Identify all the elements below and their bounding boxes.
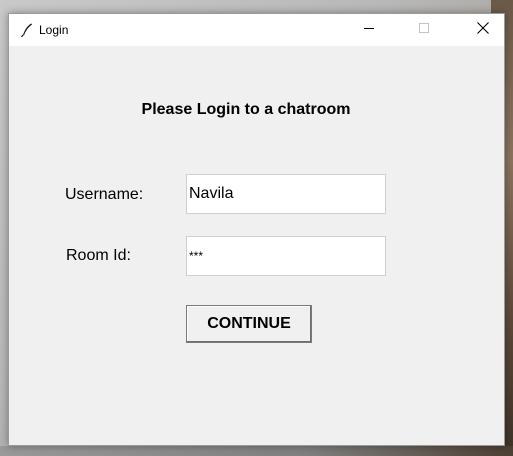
username-label: Username: [65, 186, 144, 203]
minimize-icon [363, 21, 375, 39]
room-id-input[interactable] [186, 236, 386, 276]
desktop-background-bottom [0, 446, 513, 456]
close-button[interactable] [460, 14, 506, 46]
continue-button[interactable]: CONTINUE [186, 305, 312, 343]
maximize-icon [418, 21, 430, 39]
maximize-button[interactable] [401, 14, 447, 46]
room-id-label: Room Id: [66, 247, 131, 264]
login-window: Login Please Login to a chatroom Usernam… [8, 13, 505, 446]
close-icon [476, 21, 490, 40]
username-input[interactable] [186, 174, 386, 214]
window-title: Login [39, 23, 69, 37]
title-bar[interactable]: Login [9, 14, 504, 46]
form-heading: Please Login to a chatroom [141, 101, 351, 118]
minimize-button[interactable] [346, 14, 392, 46]
feather-icon [19, 22, 35, 38]
